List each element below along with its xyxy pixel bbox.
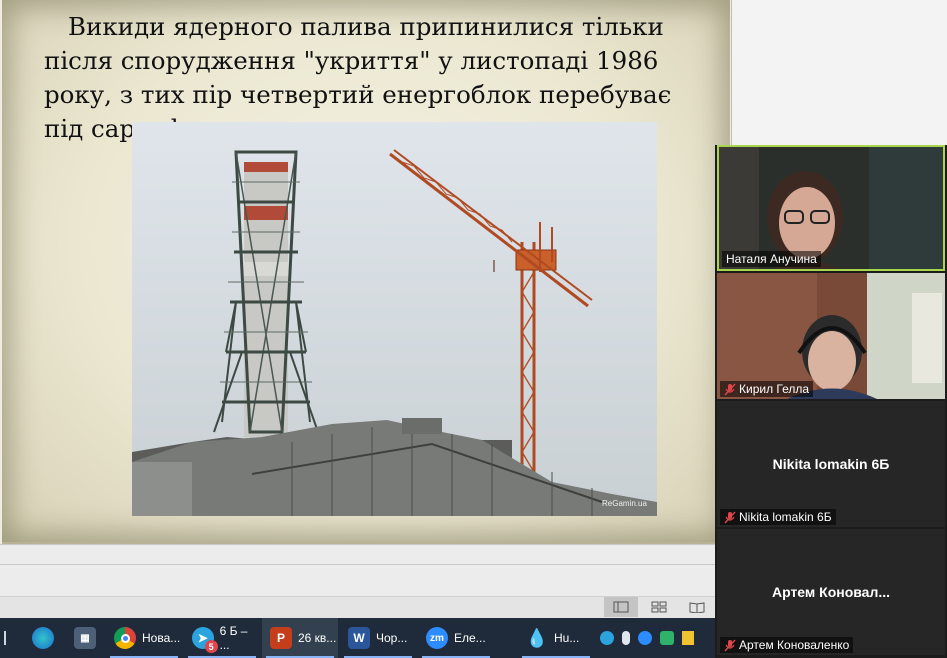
normal-view-icon: [613, 601, 629, 613]
app-tray-icon[interactable]: [660, 631, 674, 645]
zoom-video-panel: Наталя Анучина Кирил Гелла Nikita lomaki…: [715, 145, 947, 658]
water-drop-icon: 💧: [525, 627, 549, 648]
reading-view-icon: [689, 602, 705, 613]
participant-display-name: Артем Коновал...: [771, 584, 891, 600]
microphone-icon[interactable]: [622, 631, 630, 645]
security-icon[interactable]: [682, 631, 694, 645]
participant-tile[interactable]: Наталя Анучина: [717, 145, 945, 271]
zoom-tray-icon[interactable]: [638, 631, 652, 645]
edge-icon: [32, 627, 54, 649]
participant-display-name: Nikita lomakin 6Б: [772, 456, 890, 472]
mic-muted-icon: [724, 383, 736, 395]
calculator-icon: ▦: [74, 627, 96, 649]
vertical-scroll-area[interactable]: [732, 0, 947, 145]
zoom-icon: zm: [426, 627, 448, 649]
participant-name: Кирил Гелла: [720, 381, 814, 397]
mic-muted-icon: [724, 639, 736, 651]
slide-sorter-icon: [651, 601, 667, 613]
participant-name: Nikita lomakin 6Б: [720, 509, 836, 525]
taskbar-powerpoint[interactable]: P 26 кв...: [262, 618, 338, 658]
slide-sorter-button[interactable]: [642, 597, 676, 617]
chrome-icon: [114, 627, 136, 649]
taskbar-water[interactable]: 💧 Hu...: [518, 618, 594, 658]
taskbar-divider: [0, 618, 24, 658]
telegram-icon: ➤ 5: [192, 627, 218, 653]
powerpoint-icon: P: [270, 627, 292, 649]
word-icon: W: [348, 627, 370, 649]
taskbar-word[interactable]: W Чор...: [340, 618, 416, 658]
chernobyl-photo: ReGamin.ua: [132, 122, 657, 516]
mic-muted-icon: [724, 511, 736, 523]
taskbar-calculator[interactable]: ▦: [66, 618, 106, 658]
system-tray: [600, 618, 694, 658]
photo-watermark: ReGamin.ua: [602, 499, 647, 508]
participant-tile[interactable]: Артем Коновал... Артем Коноваленко: [717, 529, 945, 655]
normal-view-button[interactable]: [604, 597, 638, 617]
taskbar-chrome[interactable]: Нова...: [106, 618, 182, 658]
participant-tile[interactable]: Nikita lomakin 6Б Nikita lomakin 6Б: [717, 401, 945, 527]
notes-divider: [0, 564, 715, 565]
participant-name: Артем Коноваленко: [720, 637, 854, 653]
participant-tile[interactable]: Кирил Гелла: [717, 273, 945, 399]
taskbar-zoom[interactable]: zm Еле...: [418, 618, 494, 658]
taskbar-edge[interactable]: [24, 618, 64, 658]
reading-view-button[interactable]: [680, 597, 714, 617]
telegram-tray-icon[interactable]: [600, 631, 614, 645]
taskbar-telegram[interactable]: ➤ 5 6 Б – ...: [184, 618, 260, 658]
participant-name: Наталя Анучина: [722, 251, 821, 267]
slide-pane: Викиди ядерного палива припинилися тільк…: [0, 0, 732, 544]
